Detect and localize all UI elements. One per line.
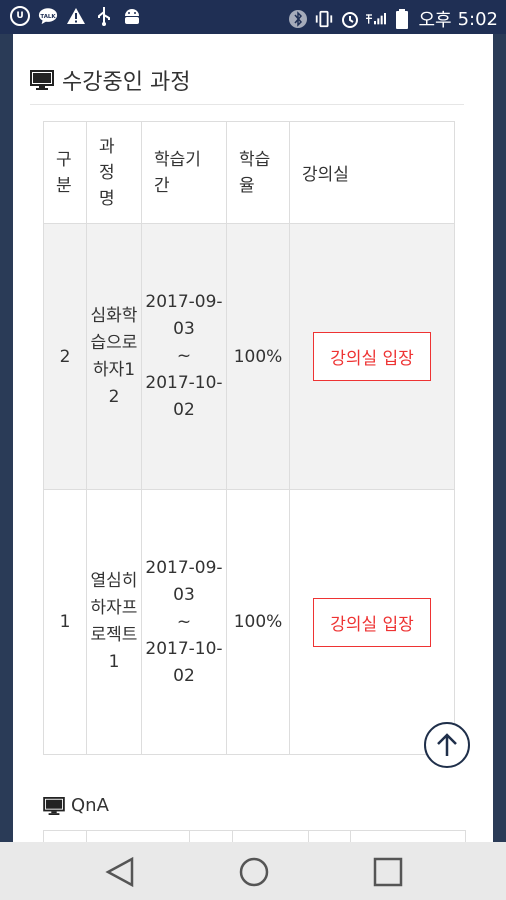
row-number: 1 (43, 489, 87, 755)
courses-title-text: 수강중인 과정 (62, 70, 191, 95)
row-number: 2 (43, 223, 87, 490)
android-debug-icon (122, 6, 142, 26)
header-category: 구분 (43, 121, 87, 224)
classroom-cell: 강의실 입장 (289, 489, 455, 755)
monitor-icon (30, 70, 54, 90)
period-end: 2017-10-02 (145, 638, 223, 686)
table-row: 2 심화학습으로하자12 2017-09-03 ~ 2017-10-02 100… (43, 223, 455, 490)
table-row: 1 열심히하자프로젝트1 2017-09-03 ~ 2017-10-02 100… (43, 489, 455, 755)
table-header-row: 구분 과정명 학습기간 학습율 강의실 (43, 121, 455, 224)
recents-icon (373, 857, 403, 887)
courses-section-title: 수강중인 과정 (30, 66, 191, 95)
divider (30, 104, 464, 105)
courses-table: 구분 과정명 학습기간 학습율 강의실 2 심화학습으로하자12 2017-09… (43, 121, 455, 755)
progress-rate: 100% (226, 489, 290, 755)
classroom-cell: 강의실 입장 (289, 223, 455, 490)
back-icon (105, 856, 134, 888)
header-classroom: 강의실 (289, 121, 455, 224)
usb-icon (94, 6, 114, 26)
clock: 5:02 (457, 8, 498, 30)
kakaotalk-label: TALK (40, 14, 56, 20)
warning-icon (66, 6, 86, 26)
period-start: 2017-09-03 (145, 557, 223, 605)
header-course-name: 과정명 (86, 121, 142, 224)
period-start: 2017-09-03 (145, 292, 223, 339)
header-period: 학습기간 (141, 121, 227, 224)
recents-button[interactable] (370, 854, 406, 890)
qna-title-text: QnA (71, 795, 109, 816)
back-button[interactable] (102, 854, 138, 890)
vibrate-icon (314, 9, 334, 29)
battery-icon (392, 9, 412, 29)
period-tilde: ~ (176, 611, 192, 632)
home-icon (239, 857, 269, 887)
qna-section-title: QnA (43, 795, 109, 816)
u-plus-icon: U (10, 6, 30, 26)
enter-classroom-button[interactable]: 강의실 입장 (313, 597, 431, 647)
alarm-icon (340, 9, 360, 29)
ampm-label: 오후 (418, 10, 452, 31)
status-bar: U TALK 오후 5:02 (0, 0, 506, 34)
bluetooth-icon (288, 9, 308, 29)
arrow-up-icon (437, 733, 457, 756)
course-name[interactable]: 열심히하자프로젝트1 (86, 489, 142, 755)
header-progress-rate: 학습율 (226, 121, 290, 224)
progress-rate: 100% (226, 223, 290, 490)
study-period: 2017-09-03 ~ 2017-10-02 (141, 489, 227, 755)
study-period: 2017-09-03 ~ 2017-10-02 (141, 223, 227, 490)
monitor-icon (43, 796, 65, 815)
period-tilde: ~ (176, 346, 192, 366)
signal-icon (366, 9, 387, 29)
navigation-bar (0, 842, 506, 900)
period-end: 2017-10-02 (145, 373, 223, 420)
home-button[interactable] (236, 854, 272, 890)
scroll-to-top-button[interactable] (424, 722, 470, 768)
course-name[interactable]: 심화학습으로하자12 (86, 223, 142, 490)
kakaotalk-icon: TALK (38, 6, 58, 26)
enter-classroom-button[interactable]: 강의실 입장 (313, 332, 431, 381)
